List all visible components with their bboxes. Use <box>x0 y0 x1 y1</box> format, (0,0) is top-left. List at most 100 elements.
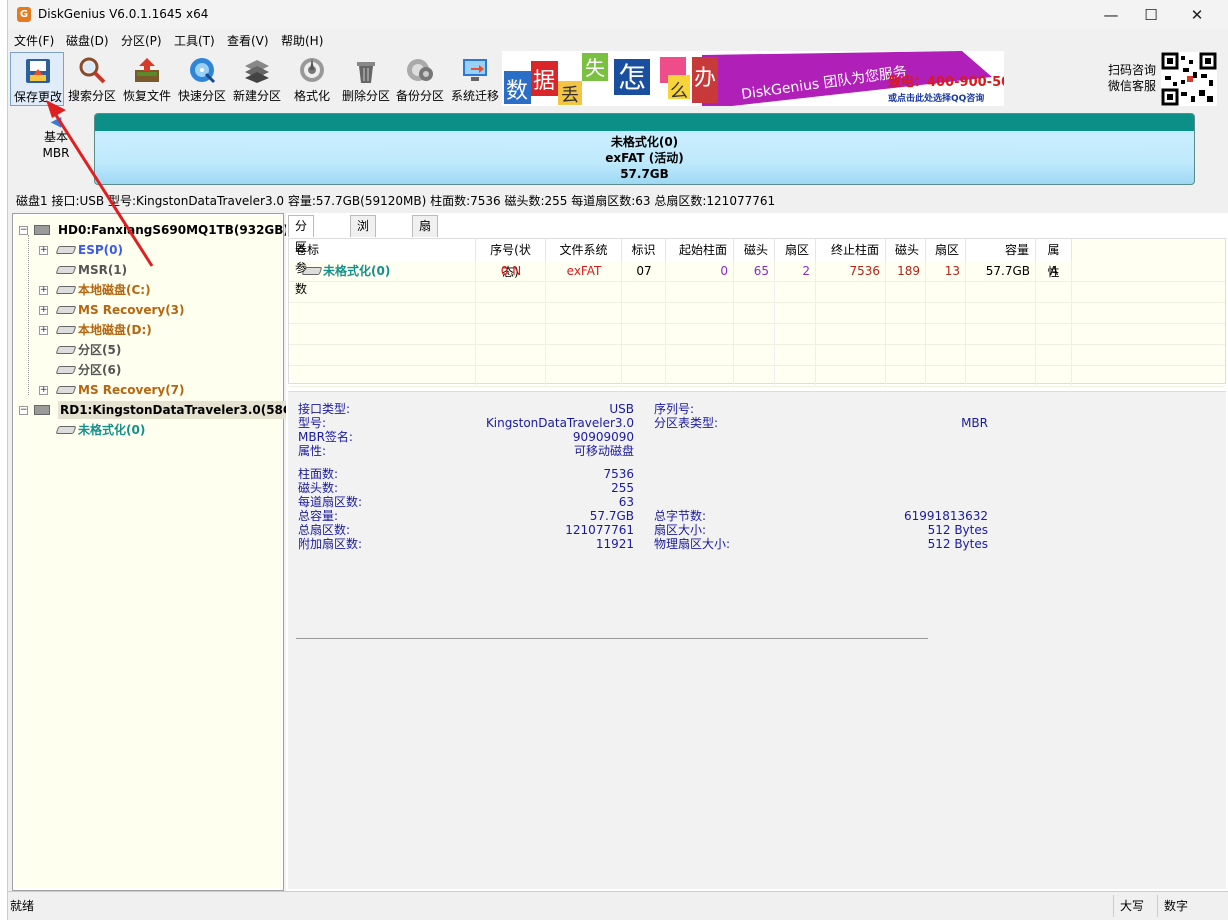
detail-value: 63 <box>618 495 634 509</box>
disk-details: 接口类型: USB 型号: KingstonDataTraveler3.0 MBR签名:… <box>288 391 1226 889</box>
detail-value: 255 <box>611 481 634 495</box>
banner-graphic: 数 据 丢 失 怎 么 办 DiskGenius 团队为您服务 致电：400-9… <box>502 51 1004 106</box>
support-banner[interactable]: 数 据 丢 失 怎 么 办 DiskGenius 团队为您服务 致电：400-9… <box>502 51 1004 106</box>
table-cell: exFAT <box>566 264 602 278</box>
detail-value: 可移动磁盘 <box>573 444 634 458</box>
menu-partition[interactable]: 分区(P) <box>121 32 162 49</box>
disk-info-line: 磁盘1 接口:USB 型号:KingstonDataTraveler3.0 容量… <box>16 194 776 208</box>
table-cell: 57.7GB <box>985 264 1030 278</box>
backup-partition-button[interactable]: 备份分区 <box>393 52 447 106</box>
details-divider <box>296 638 928 639</box>
detail-value: 512 Bytes <box>927 523 988 537</box>
table-row-line <box>289 303 1225 324</box>
table-row-line <box>289 282 1225 303</box>
partition-style-label: MBR <box>42 146 70 160</box>
detail-label: 总扇区数: <box>298 523 351 537</box>
detail-value: 7536 <box>603 467 634 481</box>
tree-guide-line <box>28 235 29 395</box>
tree-node-label: ESP(0) <box>78 243 123 257</box>
table-row-line <box>289 324 1225 345</box>
tree-node-label: MS Recovery(3) <box>78 303 185 317</box>
new-partition-button[interactable]: 新建分区 <box>230 52 284 106</box>
caps-lock-indicator: 大写 <box>1113 895 1157 917</box>
detail-value: 90909090 <box>572 430 634 444</box>
disk-icon <box>34 405 50 415</box>
tab-browse-files[interactable]: 浏览文件 <box>350 215 377 296</box>
table-cell: 07 <box>636 264 652 278</box>
disk-type-label: 基本 <box>43 130 68 144</box>
menu-view[interactable]: 查看(V) <box>227 32 269 49</box>
recover-files-button[interactable]: 恢复文件 <box>120 52 174 106</box>
partition-block-fs: exFAT (活动) <box>605 151 684 165</box>
system-migration-button[interactable]: 系统迁移 <box>448 52 502 106</box>
window-title: DiskGenius V6.0.1.1645 x64 <box>38 7 209 21</box>
background-window-edge <box>0 0 8 920</box>
table-header[interactable]: 磁头 <box>886 239 926 261</box>
detail-label: MBR签名: <box>298 430 353 444</box>
menu-disk[interactable]: 磁盘(D) <box>66 32 109 49</box>
quick-partition-icon <box>190 58 216 84</box>
banner-char-7: 办 <box>694 66 716 91</box>
partition-icon <box>55 286 77 294</box>
disk-nav[interactable]: ◀ 基本 MBR <box>36 115 76 161</box>
table-header[interactable]: 标识 <box>622 239 666 261</box>
expand-icon[interactable]: + <box>39 326 48 335</box>
tree-node-label: 本地磁盘(D:) <box>78 323 152 337</box>
qr-caption-line2: 微信客服 <box>1108 79 1157 93</box>
partition-icon <box>55 366 77 374</box>
table-header[interactable]: 卷标 <box>289 239 476 261</box>
table-header[interactable]: 文件系统 <box>546 239 622 261</box>
detail-value: USB <box>609 402 634 416</box>
expand-icon[interactable]: + <box>39 286 48 295</box>
app-logo-icon: G <box>17 7 31 22</box>
qr-caption-line1: 扫码咨询 <box>1108 63 1157 77</box>
qr-caption: 扫码咨询 微信客服 <box>1108 62 1156 94</box>
table-header[interactable]: 序号(状态) <box>476 239 546 279</box>
menu-help[interactable]: 帮助(H) <box>281 32 323 49</box>
table-cell: 13 <box>944 264 960 278</box>
qr-code-icon[interactable] <box>1161 52 1217 106</box>
partition-icon <box>55 306 77 314</box>
disk-icon <box>34 225 50 235</box>
tree-node-label: 分区(6) <box>78 363 122 377</box>
status-bar: 就绪 大写 数字 <box>8 891 1228 920</box>
magnifier-icon <box>79 57 106 84</box>
menu-file[interactable]: 文件(F) <box>14 32 54 49</box>
detail-label: 属性: <box>298 444 327 458</box>
table-cell: 189 <box>897 264 920 278</box>
table-header[interactable]: 扇区 <box>775 239 816 261</box>
table-header[interactable]: 终止柱面 <box>816 239 886 261</box>
search-partition-button[interactable]: 搜索分区 <box>65 52 119 106</box>
table-header[interactable]: 容量 <box>966 239 1036 261</box>
banner-phone: 致电：400-900-5080 <box>888 74 1004 90</box>
delete-partition-button[interactable]: 删除分区 <box>339 52 393 106</box>
table-header[interactable]: 属性 <box>1036 239 1072 279</box>
table-header[interactable]: 磁头 <box>734 239 775 261</box>
table-cell: 65 <box>753 264 769 278</box>
menu-tools[interactable]: 工具(T) <box>174 32 215 49</box>
close-button[interactable]: ✕ <box>1174 0 1220 30</box>
banner-char-1: 数 <box>506 79 528 104</box>
partition-icon <box>55 426 77 434</box>
expand-icon[interactable]: + <box>39 306 48 315</box>
detail-label: 物理扇区大小: <box>654 537 731 551</box>
back-arrow-icon[interactable]: ◀ <box>36 115 76 129</box>
recover-icon <box>135 58 159 82</box>
partition-block[interactable]: 未格式化(0) exFAT (活动) 57.7GB <box>94 113 1195 185</box>
table-cell: 7536 <box>849 264 880 278</box>
tab-partition-params[interactable]: 分区参数 <box>288 215 315 296</box>
partition-icon <box>55 266 77 274</box>
expand-icon[interactable]: + <box>39 246 48 255</box>
quick-partition-button[interactable]: 快速分区 <box>175 52 229 106</box>
table-header[interactable]: 起始柱面 <box>666 239 734 261</box>
expand-icon[interactable]: + <box>39 386 48 395</box>
collapse-icon[interactable]: − <box>19 226 28 235</box>
maximize-button[interactable]: ☐ <box>1128 0 1174 30</box>
save-changes-button[interactable]: 保存更改 <box>10 52 64 106</box>
table-header[interactable]: 扇区 <box>926 239 966 261</box>
format-button[interactable]: 格式化 <box>285 52 339 106</box>
disk-tree: − HD0:FanxiangS690MQ1TB(932GB) + ESP(0) MSR(… <box>15 216 310 888</box>
collapse-icon[interactable]: − <box>19 406 28 415</box>
tab-sector-edit[interactable]: 扇区编辑 <box>412 215 439 296</box>
detail-value: 512 Bytes <box>927 537 988 551</box>
